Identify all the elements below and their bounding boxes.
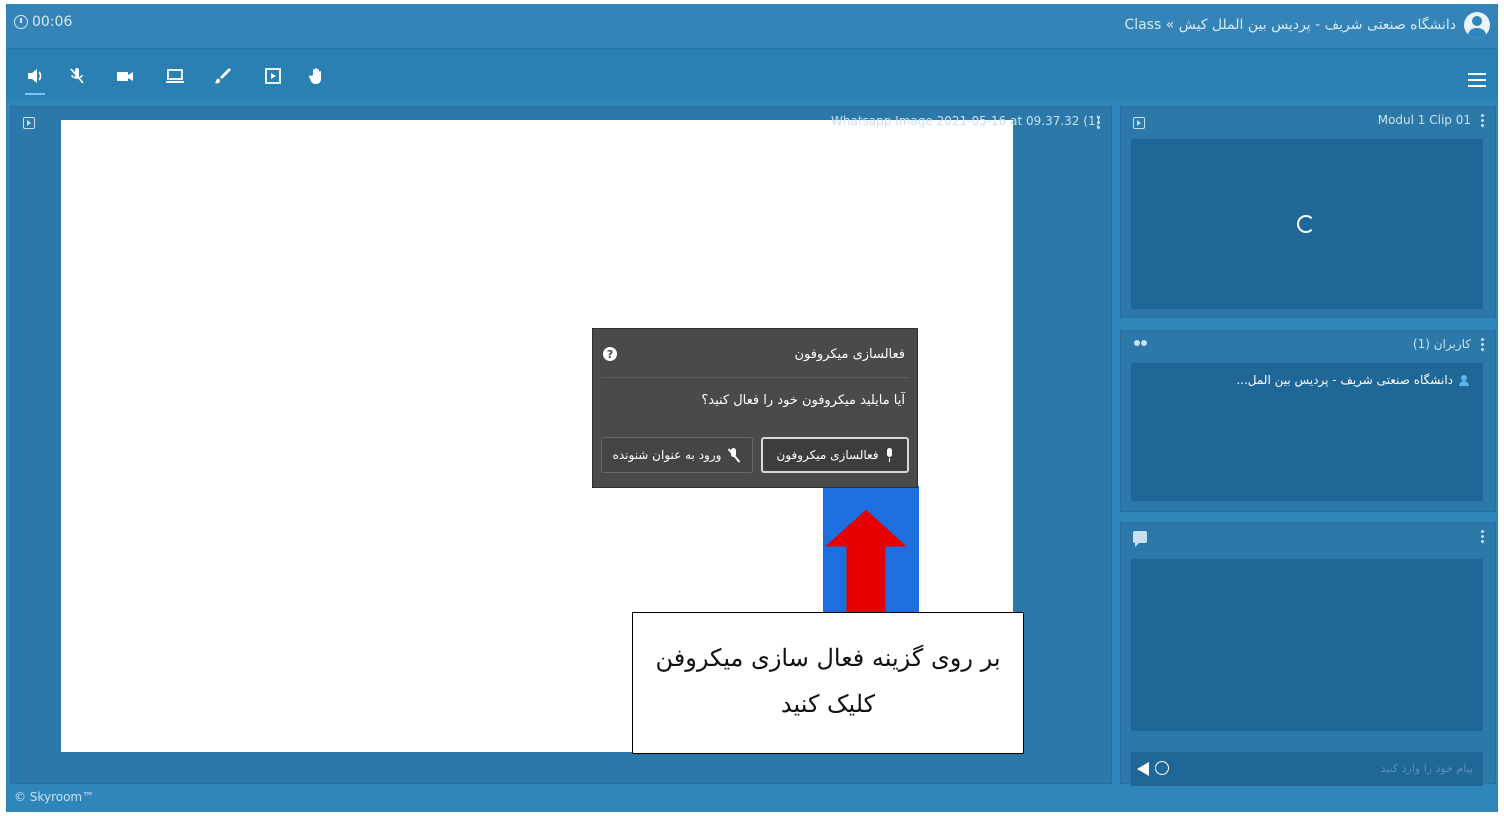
chat-more-icon[interactable]	[1481, 530, 1485, 544]
chat-messages	[1131, 559, 1483, 731]
instruction-line-1: بر روی گزینه فعال سازی میکروفن	[655, 644, 1001, 672]
app-window: 00:06 دانشگاه صنعتی شریف - پردیس بین الم…	[6, 4, 1498, 812]
chat-placeholder: پیام خود را وارد کنید	[1380, 762, 1473, 775]
top-bar: 00:06 دانشگاه صنعتی شریف - پردیس بین الم…	[6, 4, 1498, 49]
dialog-title: فعالسازی میکروفون	[794, 347, 905, 362]
raise-hand-icon	[308, 68, 321, 84]
microphone-off-icon	[727, 448, 741, 462]
file-button[interactable]	[260, 63, 286, 89]
screen-share-button[interactable]	[162, 63, 188, 89]
class-title: دانشگاه صنعتی شریف - پردیس بین الملل کیش…	[1124, 12, 1490, 38]
list-item[interactable]: دانشگاه صنعتی شریف - پردیس بین المل...	[1236, 373, 1469, 387]
camera-button[interactable]	[112, 63, 138, 89]
camera-icon	[117, 72, 133, 81]
chat-input[interactable]: پیام خود را وارد کنید	[1131, 752, 1483, 786]
speaker-button[interactable]	[22, 63, 48, 95]
instruction-line-2: کلیک کنید	[780, 690, 876, 718]
user-avatar-icon[interactable]	[1464, 12, 1490, 38]
users-list: دانشگاه صنعتی شریف - پردیس بین المل...	[1131, 363, 1483, 501]
file-name-label: Whatsapp Image 2021-05-16 at 09.37.32 (1…	[831, 114, 1101, 128]
breadcrumb: دانشگاه صنعتی شریف - پردیس بین الملل کیش…	[1124, 17, 1456, 33]
toolbar	[6, 49, 1498, 99]
microphone-button[interactable]	[64, 63, 90, 89]
video-panel-icon	[1133, 117, 1145, 129]
speaker-icon	[28, 69, 42, 83]
chat-panel-header	[1121, 523, 1495, 551]
send-icon[interactable]	[1137, 762, 1149, 776]
mic-muted-icon	[70, 68, 84, 84]
video-panel: Modul 1 Clip 01	[1120, 106, 1496, 318]
users-panel-title: کاربران (1)	[1412, 337, 1471, 351]
microphone-icon	[885, 448, 894, 462]
instruction-callout: بر روی گزینه فعال سازی میکروفن کلیک کنید	[632, 612, 1024, 754]
screen-share-icon	[166, 69, 184, 83]
whiteboard-button[interactable]	[210, 63, 236, 89]
session-timer: 00:06	[14, 14, 72, 30]
presentation-more-icon[interactable]	[1097, 116, 1101, 130]
user-name: دانشگاه صنعتی شریف - پردیس بین المل...	[1236, 373, 1453, 387]
users-icon	[1133, 340, 1149, 352]
video-panel-header: Modul 1 Clip 01	[1121, 107, 1495, 135]
video-more-icon[interactable]	[1481, 114, 1485, 128]
file-play-icon	[265, 68, 281, 84]
join-as-listener-button[interactable]: ورود به عنوان شنونده	[601, 437, 753, 473]
microphone-dialog: فعالسازی میکروفون ? آیا مایلید میکروفون …	[592, 328, 918, 488]
emoji-icon[interactable]	[1155, 761, 1169, 775]
users-more-icon[interactable]	[1481, 338, 1485, 352]
brush-icon	[215, 68, 231, 84]
video-area	[1131, 139, 1483, 309]
chat-panel: پیام خود را وارد کنید	[1120, 522, 1496, 786]
clock-icon	[14, 15, 28, 29]
raise-hand-button[interactable]	[304, 63, 330, 89]
dialog-divider	[601, 377, 909, 378]
timer-text: 00:06	[32, 14, 73, 30]
person-icon	[1459, 374, 1469, 386]
dialog-message: آیا مایلید میکروفون خود را فعال کنید؟	[701, 393, 905, 408]
chat-icon	[1133, 531, 1147, 547]
users-panel-header: کاربران (1)	[1121, 331, 1495, 359]
help-icon[interactable]: ?	[603, 347, 617, 361]
refresh-icon[interactable]	[1297, 215, 1315, 233]
red-arrow-icon	[824, 509, 908, 614]
hamburger-menu-icon[interactable]	[1468, 73, 1486, 87]
activate-microphone-button[interactable]: فعالسازی میکروفون	[761, 437, 909, 473]
presentation-icon	[23, 117, 35, 129]
activate-microphone-label: فعالسازی میکروفون	[776, 448, 879, 462]
users-panel: کاربران (1) دانشگاه صنعتی شریف - پردیس ب…	[1120, 330, 1496, 512]
join-as-listener-label: ورود به عنوان شنونده	[612, 448, 722, 462]
video-panel-title: Modul 1 Clip 01	[1377, 113, 1471, 127]
copyright-footer: © Skyroom™	[14, 790, 95, 804]
